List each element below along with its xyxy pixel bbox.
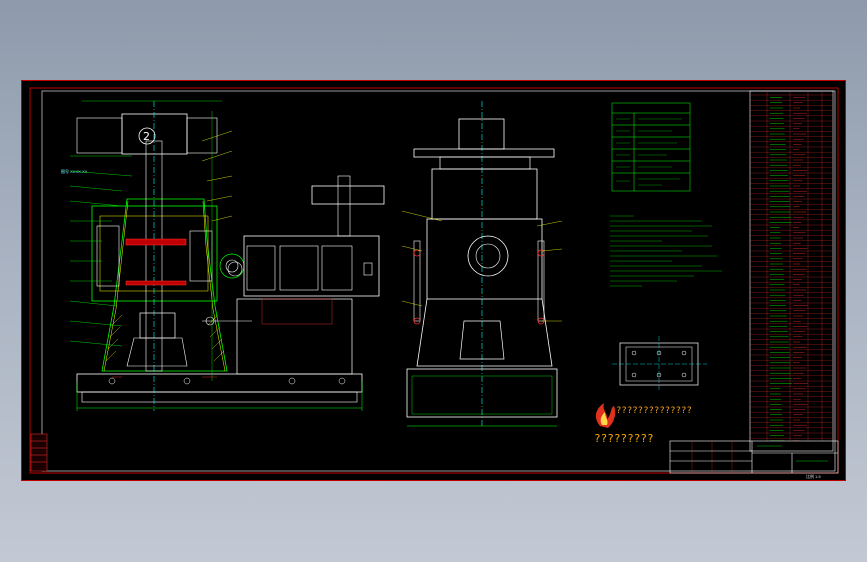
drawing-sheet: 图号 XXXX-XX 2 ?????????????? ????????? 比例…	[21, 80, 846, 481]
fire-logo-icon	[595, 403, 616, 428]
prompt-text-1: ??????????????	[616, 406, 692, 416]
parts-list-text	[770, 97, 808, 441]
front-view	[401, 101, 563, 427]
detail-view	[612, 336, 707, 391]
title-block	[669, 440, 839, 474]
scale-note: 比例 1:5	[806, 474, 821, 479]
parts-list-rows	[750, 94, 833, 439]
parts-list	[749, 90, 834, 452]
spec-table	[611, 102, 691, 192]
prompt-text-2: ?????????	[594, 432, 654, 445]
technical-notes	[610, 215, 722, 287]
inner-frame	[29, 87, 839, 474]
left-stamp-table	[30, 433, 48, 472]
cad-drawing: 2	[29, 87, 839, 474]
section-view: 2	[69, 100, 385, 411]
